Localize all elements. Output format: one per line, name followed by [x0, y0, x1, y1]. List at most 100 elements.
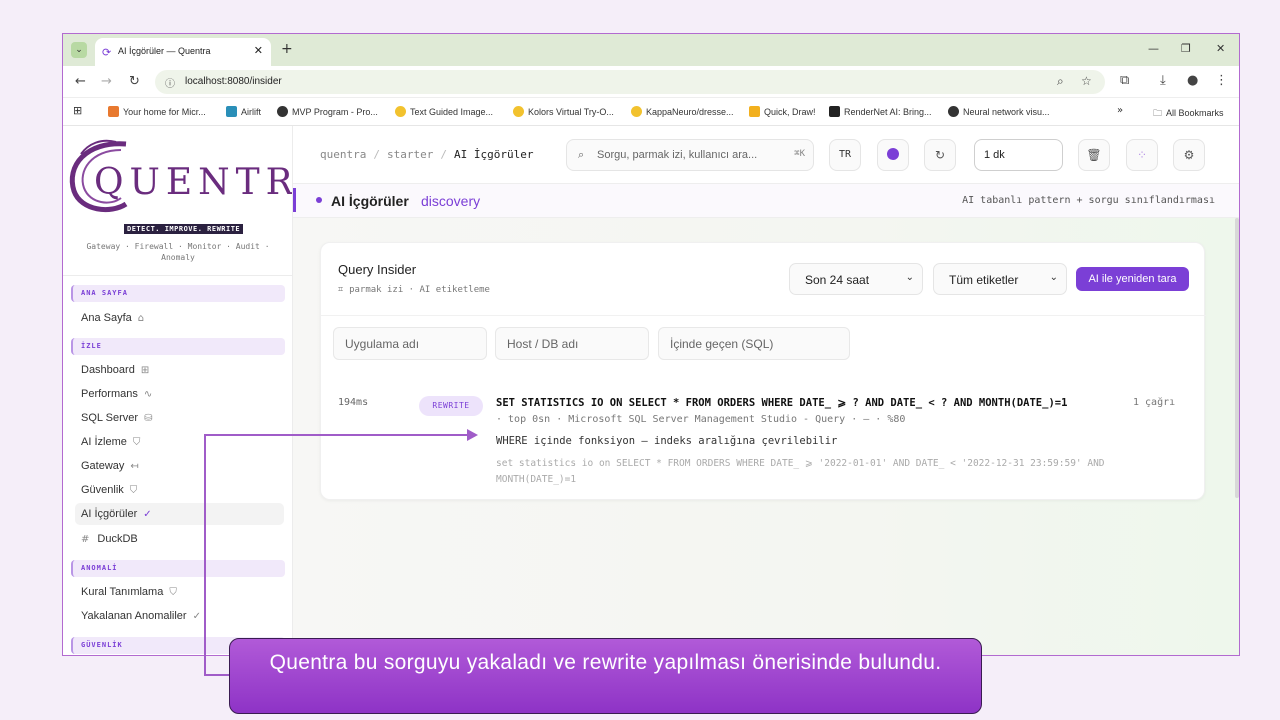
host-db-filter[interactable]: [495, 327, 649, 360]
crumb-starter[interactable]: starter: [387, 148, 433, 161]
chevron-down-icon: ⌄: [1049, 272, 1058, 283]
profile-avatar-icon[interactable]: ●: [1187, 73, 1198, 88]
all-bookmarks[interactable]: 🗀 All Bookmarks: [1153, 106, 1224, 122]
search-input[interactable]: [597, 146, 782, 164]
bookmark-item[interactable]: Text Guided Image...: [395, 106, 493, 117]
bookmark-favicon-icon: [395, 106, 406, 117]
loading-button[interactable]: ⁘: [1126, 139, 1158, 171]
reload-icon[interactable]: ↻: [129, 74, 140, 89]
fingerprint-icon: ⌗: [338, 285, 344, 295]
browser-tab[interactable]: ⟳ AI İçgörüler — Quentra ✕: [95, 38, 271, 66]
minimize-icon[interactable]: —: [1148, 42, 1159, 55]
grid-icon: ⊞: [140, 365, 150, 376]
section-anomaly: ANOMALİ: [71, 560, 285, 577]
bookmark-item[interactable]: Your home for Micr...: [108, 106, 206, 117]
bookmark-item[interactable]: RenderNet AI: Bring...: [829, 106, 932, 117]
sidebar-item-performance[interactable]: Performans ∿: [75, 383, 282, 405]
crumb-quentra[interactable]: quentra: [320, 148, 366, 161]
quentra-logo: QUENTRA: [66, 136, 292, 214]
bookmark-item[interactable]: Quick, Draw!: [749, 106, 816, 117]
scrollbar[interactable]: [1235, 218, 1239, 498]
tab-title: AI İçgörüler — Quentra: [118, 46, 211, 56]
bookmark-item[interactable]: MVP Program - Pro...: [277, 106, 378, 117]
page-header: AI İçgörüler discovery AI tabanlı patter…: [293, 184, 1239, 218]
window-close-icon[interactable]: ✕: [1216, 42, 1225, 55]
app-name-filter[interactable]: [333, 327, 487, 360]
shield-check-icon: ✓: [192, 611, 201, 622]
zoom-icon[interactable]: ⌕: [1057, 74, 1064, 89]
tab-strip: ⌄ ⟳ AI İçgörüler — Quentra ✕ + — ❐ ✕: [63, 34, 1239, 66]
tab-search-icon[interactable]: ⌄: [71, 42, 87, 58]
quentra-favicon-icon: ⟳: [102, 46, 112, 59]
query-insider-card: Query Insider ⌗ parmak izi · AI etiketlem…: [320, 242, 1206, 500]
bookmark-favicon-icon: [226, 106, 237, 117]
callout-connector: [204, 674, 232, 676]
check-circle-icon: ✓: [143, 509, 152, 520]
sidebar-item-rules[interactable]: Kural Tanımlama ⛉: [75, 581, 282, 603]
sidebar-item-dashboard[interactable]: Dashboard ⊞: [75, 359, 282, 381]
ai-rescan-button[interactable]: AI ile yeniden tara: [1076, 267, 1189, 291]
status-dot-icon: [887, 148, 899, 160]
sidebar-item-sqlserver[interactable]: SQL Server ⛁: [75, 407, 282, 429]
sidebar-item-ai-insights[interactable]: AI İçgörüler ✓: [75, 503, 284, 525]
apps-grid-icon[interactable]: ⊞: [73, 104, 82, 117]
trash-icon: 🗑: [1086, 148, 1102, 162]
bookmark-favicon-icon: [631, 106, 642, 117]
app-root: QUENTRA DETECT. IMPROVE. REWRITE Gateway…: [63, 126, 1239, 655]
shield-outline-icon: ⛉: [129, 485, 138, 496]
forward-icon[interactable]: →: [101, 74, 112, 89]
browser-window: ⌄ ⟳ AI İçgörüler — Quentra ✕ + — ❐ ✕ ← →…: [62, 33, 1240, 656]
tags-select[interactable]: Tüm etiketler ⌄: [933, 263, 1067, 295]
bookmark-favicon-icon: [749, 106, 760, 117]
back-icon[interactable]: ←: [75, 74, 86, 89]
tab-close-icon[interactable]: ✕: [254, 44, 263, 57]
bookmark-favicon-icon: [277, 106, 288, 117]
clear-button[interactable]: 🗑: [1078, 139, 1110, 171]
bookmark-item[interactable]: Kolors Virtual Try-O...: [513, 106, 614, 117]
shield-rule-icon: ⛉: [169, 587, 177, 598]
shortcut-hint: ⌘K: [794, 149, 805, 159]
page-title: AI İçgörüler: [331, 193, 409, 209]
card-title: Query Insider: [338, 262, 417, 277]
divider: [63, 275, 292, 276]
address-bar[interactable]: ⓘ localhost:8080/insider ⌕ ☆: [155, 70, 1105, 94]
refresh-interval-select[interactable]: 1 dk: [974, 139, 1063, 171]
spinner-icon: ⁘: [1136, 148, 1148, 162]
settings-button[interactable]: ⚙: [1173, 139, 1205, 171]
menu-dots-icon[interactable]: ⋮: [1215, 73, 1228, 88]
sidebar-item-anomalies[interactable]: Yakalanan Anomaliler ✓: [75, 605, 282, 627]
language-button[interactable]: TR: [829, 139, 861, 171]
sidebar-item-home[interactable]: Ana Sayfa ⌂: [75, 307, 282, 329]
time-range-select[interactable]: Son 24 saat ⌄: [789, 263, 923, 295]
shield-icon: ⛉: [132, 437, 141, 448]
query-row[interactable]: 194ms REWRITE SET STATISTICS IO ON SELEC…: [321, 383, 1206, 493]
bookmark-item[interactable]: Neural network visu...: [948, 106, 1050, 117]
accent-bar: [293, 188, 296, 212]
refresh-button[interactable]: ↻: [924, 139, 956, 171]
extensions-icon[interactable]: ⧉: [1120, 73, 1129, 88]
call-count: 1 çağrı: [1133, 397, 1176, 408]
bookmark-item[interactable]: KappaNeuro/dresse...: [631, 106, 734, 117]
restore-icon[interactable]: ❐: [1181, 42, 1191, 55]
sidebar-item-duckdb[interactable]: # DuckDB: [75, 528, 282, 550]
content-area: Query Insider ⌗ parmak izi · AI etiketlem…: [293, 218, 1239, 655]
theme-toggle-button[interactable]: [877, 139, 909, 171]
download-icon[interactable]: ⤓: [1160, 73, 1166, 88]
browser-toolbar: ← → ↻ ⓘ localhost:8080/insider ⌕ ☆ ⧉ ⤓ ●…: [63, 66, 1239, 98]
sql-contains-filter[interactable]: [658, 327, 850, 360]
section-home: ANA SAYFA: [71, 285, 285, 302]
gear-icon: ⚙: [1183, 148, 1195, 162]
bookmark-star-icon[interactable]: ☆: [1081, 74, 1092, 88]
sidebar-item-security[interactable]: Güvenlik ⛉: [75, 479, 282, 501]
more-bookmarks-icon[interactable]: »: [1117, 105, 1123, 116]
bookmark-favicon-icon: [108, 106, 119, 117]
query-meta: · top 0sn · Microsoft SQL Server Managem…: [496, 414, 906, 425]
search-icon: ⌕: [578, 148, 585, 161]
tagline: DETECT. IMPROVE. REWRITE: [124, 224, 244, 234]
sidebar-item-gateway[interactable]: Gateway ↤: [75, 455, 282, 477]
search-box: ⌕ ⌘K: [566, 139, 814, 171]
bookmark-favicon-icon: [829, 106, 840, 117]
bookmark-item[interactable]: Airlift: [226, 106, 261, 117]
new-tab-icon[interactable]: +: [281, 41, 293, 57]
site-info-icon[interactable]: ⓘ: [165, 75, 175, 90]
